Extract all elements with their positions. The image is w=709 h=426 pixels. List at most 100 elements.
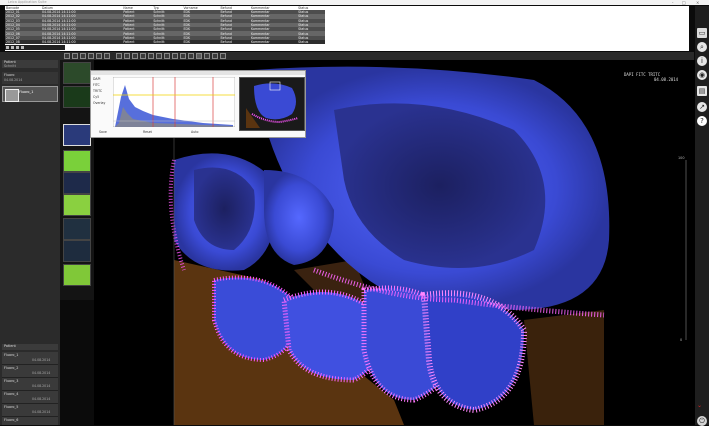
- measure-icon[interactable]: [116, 53, 122, 59]
- layout-2-icon[interactable]: [156, 53, 162, 59]
- slide-label: Fluoro_1: [19, 90, 34, 94]
- monitor-icon[interactable]: ▭: [697, 28, 707, 38]
- nav-last-button[interactable]: [21, 46, 24, 49]
- info-icon[interactable]: i: [697, 56, 707, 66]
- list-item-name: Fluoro_2: [4, 366, 19, 370]
- table-row-selected[interactable]: 2012_08 04.08.2014 14:11:00 Patient Schnitt…: [5, 40, 325, 45]
- overview-icon[interactable]: [188, 53, 194, 59]
- tile-thumbnail[interactable]: [63, 172, 91, 194]
- cell: Status: [297, 40, 325, 45]
- folder-date: 04.08.2014: [4, 78, 23, 82]
- overview-thumbnail[interactable]: [239, 77, 305, 131]
- tissue-region: [524, 310, 604, 425]
- study-list: Barcode Datum Name Typ Vorname Befund Ko…: [5, 6, 325, 45]
- slide-item-selected[interactable]: Fluoro_1: [2, 86, 58, 102]
- camera-icon[interactable]: ◉: [697, 70, 707, 80]
- auto-button[interactable]: Auto: [191, 130, 198, 134]
- pointer-tool-icon[interactable]: [64, 53, 70, 59]
- cell: Patient: [122, 40, 153, 45]
- tile-thumbnail[interactable]: [63, 240, 91, 262]
- rect-tool-icon[interactable]: [140, 53, 146, 59]
- cell: Befund: [219, 40, 251, 45]
- nav-first-button[interactable]: [6, 46, 9, 49]
- viewer-toolbar: [60, 52, 694, 60]
- layout-grid-icon[interactable]: [172, 53, 178, 59]
- help-icon[interactable]: ?: [697, 116, 707, 126]
- circle-tool-icon[interactable]: [132, 53, 138, 59]
- layout-4-icon[interactable]: [164, 53, 170, 59]
- list-item-name: Fluoro_1: [4, 353, 19, 357]
- histogram-titlebar[interactable]: [91, 71, 305, 75]
- snapshot-icon[interactable]: [204, 53, 210, 59]
- study-table: Barcode Datum Name Typ Vorname Befund Ko…: [5, 6, 689, 51]
- list-item-name: Fluoro_3: [4, 379, 19, 383]
- settings-icon[interactable]: [212, 53, 218, 59]
- histogram-panel[interactable]: DAPI FITC TRITC Cy5 Overlay Save Reset A…: [90, 70, 306, 138]
- list-item[interactable]: Fluoro_2 04.08.2014: [2, 365, 58, 378]
- pan-tool-icon[interactable]: [72, 53, 78, 59]
- nav-prev-button[interactable]: [11, 46, 14, 49]
- list-item-date: 04.08.2014: [32, 397, 51, 401]
- annotate-icon[interactable]: [104, 53, 110, 59]
- tile-thumbnail[interactable]: [63, 194, 91, 216]
- nav-next-button[interactable]: [16, 46, 19, 49]
- cell: 2012_08: [5, 40, 42, 45]
- sidebar-header: Patient Schnitt: [2, 60, 58, 68]
- title-bar: Leica Application Suite - □ ×: [0, 0, 709, 5]
- list-item[interactable]: Fluoro_3 04.08.2014: [2, 378, 58, 391]
- histogram-plot[interactable]: [113, 77, 235, 127]
- list-item-date: 04.08.2014: [32, 371, 51, 375]
- maximize-button[interactable]: □: [682, 0, 686, 5]
- cell: EDK: [182, 40, 220, 45]
- fullscreen-icon[interactable]: [220, 53, 226, 59]
- right-toolbar: ▭ ⌕ i ◉ ▤ ↗ ? ⌄ ⏻: [695, 6, 709, 426]
- channel-list: DAPI FITC TRITC Cy5 Overlay: [93, 77, 111, 127]
- list-item-name: Fluoro_4: [4, 392, 19, 396]
- histogram-toggle-icon[interactable]: [196, 53, 202, 59]
- minimize-button[interactable]: -: [672, 0, 673, 5]
- scale-tick-bottom: 0: [680, 338, 683, 342]
- tile-thumbnail[interactable]: [63, 86, 91, 108]
- section-title: Patient: [2, 344, 58, 350]
- share-icon[interactable]: ↗: [697, 102, 707, 112]
- list-item-name: Fluoro_6: [4, 418, 19, 422]
- channel-overlay[interactable]: Overlay: [93, 101, 111, 107]
- zoom-out-icon[interactable]: [88, 53, 94, 59]
- search-icon[interactable]: ⌕: [697, 42, 707, 52]
- tile-strip: [60, 60, 94, 300]
- slide-thumbnail: [5, 89, 19, 102]
- tile-thumbnail[interactable]: [63, 218, 91, 240]
- cell: Schnitt: [152, 40, 183, 45]
- left-sidebar: Patient Schnitt Fluoro 04.08.2014 Fluoro…: [0, 52, 60, 425]
- list-item-name: Fluoro_5: [4, 405, 19, 409]
- tile-thumbnail[interactable]: [63, 150, 91, 172]
- tile-thumbnail[interactable]: [63, 62, 91, 84]
- scale-tick-top: 100: [678, 156, 685, 160]
- tile-thumbnail[interactable]: [63, 264, 91, 286]
- close-button[interactable]: ×: [696, 0, 699, 5]
- list-item[interactable]: Fluoro_1 04.08.2014: [2, 352, 58, 365]
- cell: 04.08.2014 14:11:00: [41, 40, 123, 45]
- collapse-chevron-icon[interactable]: ⌄: [697, 403, 707, 409]
- sidebar-header-line2: Schnitt: [4, 64, 16, 68]
- reset-button[interactable]: Reset: [143, 130, 152, 134]
- list-item[interactable]: Fluoro_4 04.08.2014: [2, 391, 58, 404]
- list-item-date: 04.08.2014: [32, 358, 51, 362]
- tile-thumbnail-selected[interactable]: [63, 124, 91, 146]
- save-button[interactable]: Save: [99, 130, 107, 134]
- folder-row[interactable]: Fluoro 04.08.2014: [2, 72, 58, 84]
- folder-name: Fluoro: [4, 73, 15, 77]
- zoom-in-icon[interactable]: [80, 53, 86, 59]
- print-icon[interactable]: ▤: [697, 86, 707, 96]
- list-item[interactable]: Fluoro_6: [2, 417, 58, 425]
- ruler-icon[interactable]: [124, 53, 130, 59]
- list-item-date: 04.08.2014: [32, 410, 51, 414]
- window-title: Leica Application Suite: [8, 0, 47, 4]
- sync-icon[interactable]: [180, 53, 186, 59]
- layout-1-icon[interactable]: [148, 53, 154, 59]
- list-item-date: 04.08.2014: [32, 384, 51, 388]
- table-nav: [5, 45, 65, 50]
- rotate-icon[interactable]: [96, 53, 102, 59]
- list-item[interactable]: Fluoro_5 04.08.2014: [2, 404, 58, 417]
- date-overlay: 04.08.2014: [654, 77, 679, 82]
